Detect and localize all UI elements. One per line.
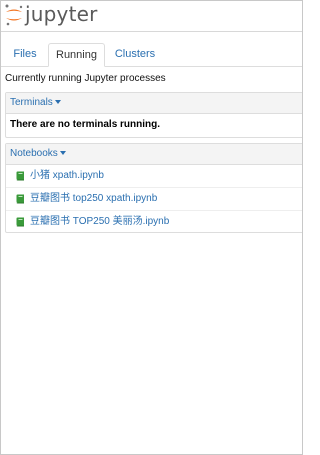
notebook-link[interactable]: 豆瓣图书 TOP250 美丽汤.ipynb bbox=[30, 216, 169, 227]
caret-down-icon[interactable] bbox=[54, 100, 61, 105]
notebook-row[interactable]: 小猪 xpath.ipynb bbox=[6, 165, 302, 188]
brand-name[interactable]: jupyter bbox=[25, 2, 98, 26]
tab-files[interactable]: Files bbox=[5, 43, 45, 65]
terminals-header[interactable]: Terminals bbox=[6, 93, 302, 114]
jupyter-logo-icon[interactable] bbox=[3, 3, 25, 27]
notebook-icon bbox=[16, 217, 24, 227]
notebooks-panel: Notebooks 小猪 xpath.ipynb 豆瓣图书 top250 xpa… bbox=[5, 143, 302, 233]
terminals-title[interactable]: Terminals bbox=[10, 97, 53, 108]
browser-frame: jupyter Files Running Clusters Currently… bbox=[0, 0, 303, 455]
terminals-panel: Terminals There are no terminals running… bbox=[5, 92, 302, 138]
notebooks-header[interactable]: Notebooks bbox=[6, 144, 302, 165]
tab-clusters[interactable]: Clusters bbox=[107, 43, 163, 65]
terminals-empty-message: There are no terminals running. bbox=[10, 119, 161, 130]
running-description: Currently running Jupyter processes bbox=[5, 73, 166, 84]
tab-running[interactable]: Running bbox=[48, 43, 105, 67]
tab-bar: Files Running Clusters bbox=[1, 43, 302, 67]
notebooks-title[interactable]: Notebooks bbox=[10, 148, 58, 159]
notebook-row[interactable]: 豆瓣图书 top250 xpath.ipynb bbox=[6, 188, 302, 211]
notebook-link[interactable]: 小猪 xpath.ipynb bbox=[30, 170, 104, 181]
notebook-row[interactable]: 豆瓣图书 TOP250 美丽汤.ipynb bbox=[6, 211, 302, 233]
header: jupyter bbox=[1, 1, 302, 32]
notebook-link[interactable]: 豆瓣图书 top250 xpath.ipynb bbox=[30, 193, 157, 204]
notebook-icon bbox=[16, 171, 24, 181]
caret-down-icon[interactable] bbox=[59, 151, 66, 156]
notebook-icon bbox=[16, 194, 24, 204]
